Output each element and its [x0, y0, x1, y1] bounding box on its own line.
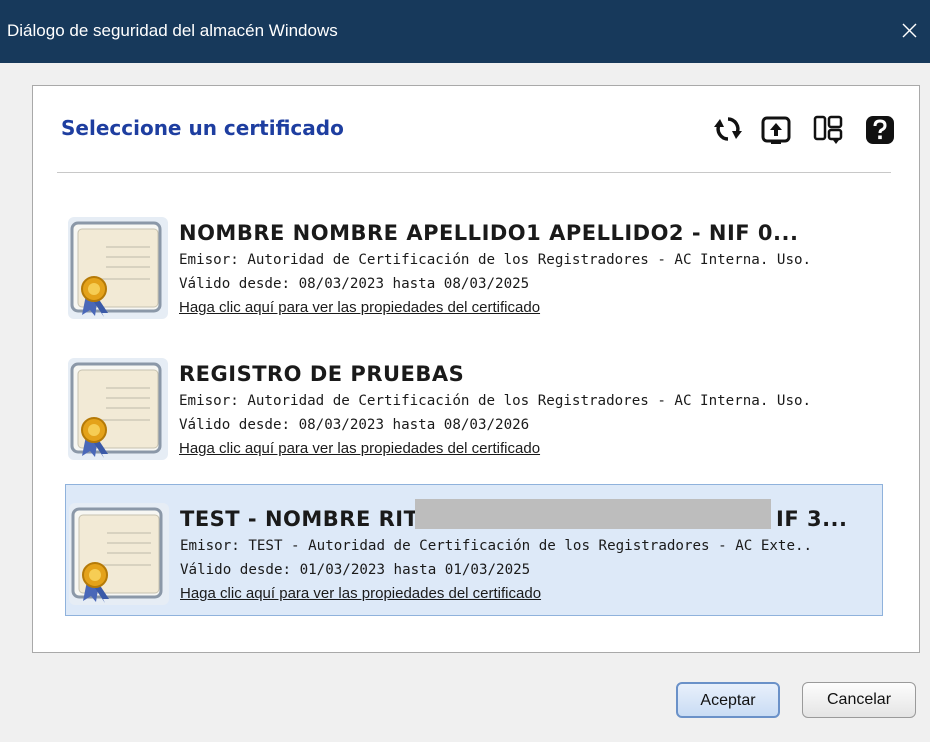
certificate-name: TEST - NOMBRE RIT/: [180, 507, 427, 531]
certificate-icon: [68, 217, 168, 319]
certificate-properties-link[interactable]: Haga clic aquí para ver las propiedades …: [180, 585, 541, 602]
certificate-item-selected[interactable]: TEST - NOMBRE RIT/ IF 3... Emisor: TEST …: [65, 484, 883, 616]
certificate-icon: [68, 358, 168, 460]
title-bar: Diálogo de seguridad del almacén Windows: [0, 0, 930, 63]
dialog-body: Seleccione un certificado NOMBRE NOMBRE …: [0, 63, 930, 742]
certificate-panel: Seleccione un certificado NOMBRE NOMBRE …: [32, 85, 920, 653]
heading-divider: [57, 172, 891, 173]
certificate-validity: Válido desde: 08/03/2023 hasta 08/03/202…: [179, 276, 530, 292]
import-icon[interactable]: [760, 112, 792, 146]
redaction-bar: [415, 499, 771, 529]
certificate-issuer: Emisor: Autoridad de Certificación de lo…: [179, 393, 812, 409]
accept-button[interactable]: Aceptar: [676, 682, 780, 718]
certificate-name: REGISTRO DE PRUEBAS: [179, 362, 465, 386]
certificate-properties-link[interactable]: Haga clic aquí para ver las propiedades …: [179, 299, 540, 316]
refresh-icon[interactable]: [712, 112, 744, 146]
certificate-issuer: Emisor: TEST - Autoridad de Certificació…: [180, 538, 813, 554]
certificate-icon: [69, 503, 169, 605]
help-icon[interactable]: [864, 112, 896, 146]
certificate-item[interactable]: REGISTRO DE PRUEBAS Emisor: Autoridad de…: [65, 340, 883, 472]
certificate-issuer: Emisor: Autoridad de Certificación de lo…: [179, 252, 812, 268]
certificate-validity: Válido desde: 01/03/2023 hasta 01/03/202…: [180, 562, 531, 578]
view-icon[interactable]: [812, 112, 844, 146]
certificate-validity: Válido desde: 08/03/2023 hasta 08/03/202…: [179, 417, 530, 433]
cancel-button[interactable]: Cancelar: [802, 682, 916, 718]
window-title: Diálogo de seguridad del almacén Windows: [7, 21, 338, 40]
certificate-properties-link[interactable]: Haga clic aquí para ver las propiedades …: [179, 440, 540, 457]
certificate-name-tail: IF 3...: [776, 507, 848, 531]
certificate-item[interactable]: NOMBRE NOMBRE APELLIDO1 APELLIDO2 - NIF …: [65, 199, 883, 331]
certificate-name: NOMBRE NOMBRE APELLIDO1 APELLIDO2 - NIF …: [179, 221, 799, 245]
dialog-heading: Seleccione un certificado: [61, 116, 344, 140]
close-icon[interactable]: [894, 13, 924, 47]
